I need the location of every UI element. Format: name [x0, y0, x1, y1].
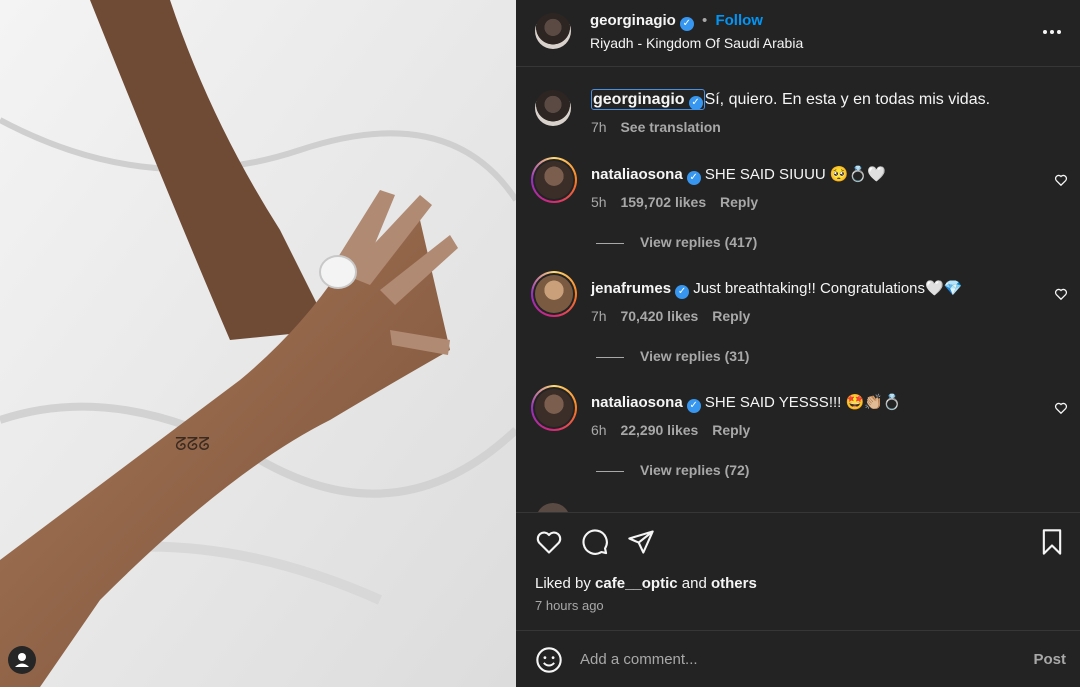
post-photo[interactable]: ᘔᘔᘔ: [0, 0, 516, 687]
liked-by: Liked by cafe__optic and others: [535, 575, 757, 592]
post-location[interactable]: Riyadh - Kingdom Of Saudi Arabia: [590, 35, 803, 51]
post-details-panel: georginagio ✓ • Follow Riyadh - Kingdom O…: [516, 0, 1080, 687]
comment-likes[interactable]: 70,420 likes: [620, 308, 698, 324]
comment-avatar[interactable]: [531, 157, 577, 203]
caption-text: Sí, quiero. En esta y en todas mis vidas…: [704, 91, 991, 108]
comment-avatar[interactable]: [531, 385, 577, 431]
comment-text: SHE SAID SIUUU 🥺💍🤍: [704, 166, 886, 183]
follow-button[interactable]: Follow: [715, 12, 763, 29]
caption-time: 7h: [591, 119, 607, 135]
comment-like-heart-icon[interactable]: [1054, 287, 1068, 301]
verified-badge-icon: ✓: [686, 399, 701, 413]
comments-divider: [516, 512, 1080, 513]
liked-by-and: and: [681, 575, 707, 592]
liked-by-user[interactable]: cafe__optic: [595, 575, 678, 592]
dot-separator: •: [702, 12, 708, 29]
verified-badge-icon: ✓: [675, 285, 690, 299]
add-comment-input[interactable]: Add a comment...: [580, 651, 698, 668]
view-replies-line: [596, 470, 624, 472]
partial-comment: [536, 503, 1080, 512]
comment-like-heart-icon[interactable]: [1054, 173, 1068, 187]
comment-likes[interactable]: 22,290 likes: [620, 422, 698, 438]
comment-time: 7h: [591, 308, 607, 324]
author-avatar[interactable]: [535, 13, 571, 49]
comment-like-heart-icon[interactable]: [1054, 401, 1068, 415]
comment-username[interactable]: nataliaosona: [591, 394, 683, 411]
comment-time: 6h: [591, 422, 607, 438]
verified-badge-icon: ✓: [686, 171, 701, 185]
post-header: georginagio ✓ • Follow Riyadh - Kingdom O…: [516, 0, 1080, 66]
view-replies-button[interactable]: View replies (72): [596, 462, 749, 478]
comment-icon[interactable]: [581, 528, 609, 556]
svg-text:ᘔᘔᘔ: ᘔᘔᘔ: [175, 434, 210, 454]
post-button[interactable]: Post: [1033, 651, 1066, 668]
liked-by-others[interactable]: others: [711, 575, 757, 592]
comment-avatar[interactable]: [531, 271, 577, 317]
caption-username[interactable]: georginagio ✓: [591, 89, 705, 110]
reply-button[interactable]: Reply: [720, 194, 758, 210]
liked-by-prefix: Liked by: [535, 575, 591, 592]
comment-text: Just breathtaking!! Congratulations🤍💎: [693, 280, 963, 297]
comment-time: 5h: [591, 194, 607, 210]
tagged-user-icon[interactable]: [8, 646, 36, 674]
view-replies-button[interactable]: View replies (417): [596, 234, 757, 250]
reply-button[interactable]: Reply: [712, 308, 750, 324]
photo-image: ᘔᘔᘔ: [0, 0, 516, 687]
header-divider: [516, 66, 1080, 67]
verified-badge-icon: ✓: [688, 96, 703, 110]
heart-icon[interactable]: [535, 528, 563, 556]
emoji-icon[interactable]: [535, 646, 563, 674]
share-icon[interactable]: [627, 528, 655, 556]
see-translation-link[interactable]: See translation: [620, 119, 720, 135]
more-options-icon[interactable]: [1042, 22, 1062, 42]
view-replies-line: [596, 242, 624, 244]
reply-button[interactable]: Reply: [712, 422, 750, 438]
post-timestamp[interactable]: 7 hours ago: [535, 598, 604, 613]
comment-username[interactable]: nataliaosona: [591, 166, 683, 183]
bookmark-icon[interactable]: [1038, 528, 1066, 556]
comment-text: SHE SAID YESSS!!! 🤩👏🏼💍: [704, 394, 902, 411]
view-replies-line: [596, 356, 624, 358]
comment-likes[interactable]: 159,702 likes: [620, 194, 706, 210]
view-replies-button[interactable]: View replies (31): [596, 348, 749, 364]
comment-username[interactable]: jenafrumes: [591, 280, 671, 297]
verified-badge-icon: ✓: [679, 17, 694, 31]
caption-avatar[interactable]: [535, 90, 571, 126]
author-username[interactable]: georginagio: [590, 12, 676, 29]
footer-divider: [516, 630, 1080, 631]
